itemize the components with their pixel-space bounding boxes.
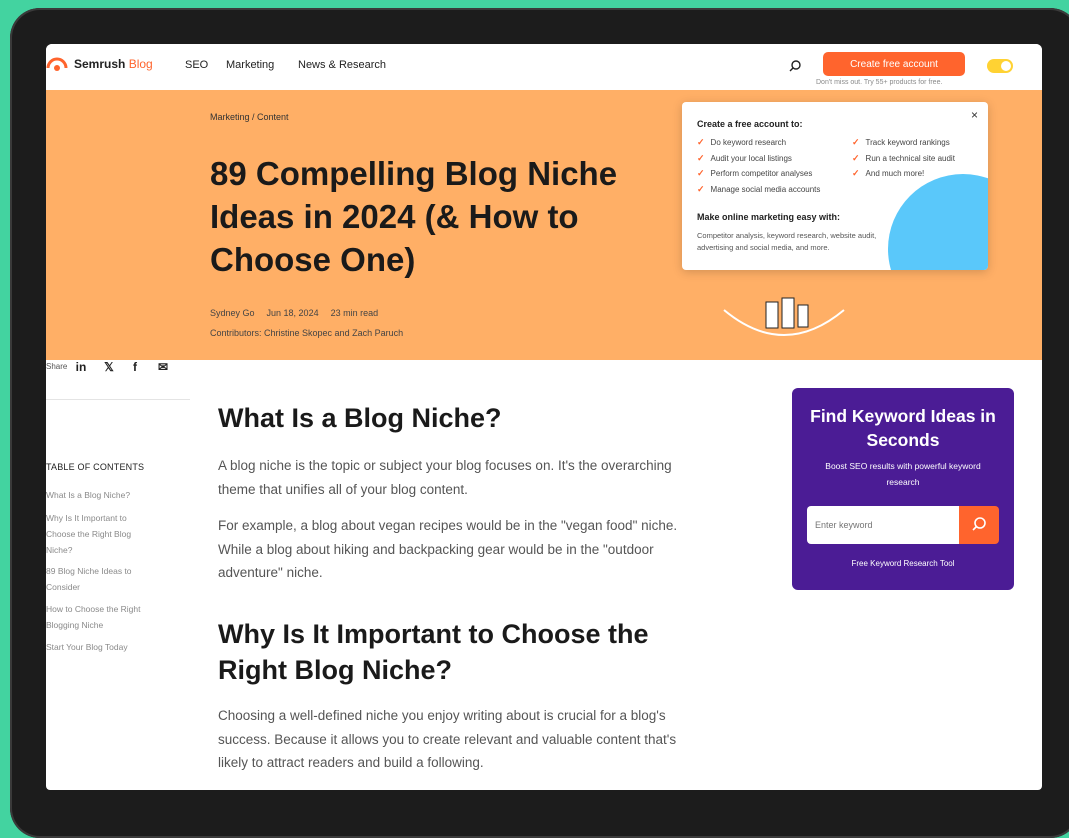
check-icon: ✓ (697, 183, 705, 194)
page-title: 89 Compelling Blog Niche Ideas in 2024 (… (210, 155, 618, 278)
section-heading: Why Is It Important to Choose the Right … (218, 619, 649, 685)
popup-description: Competitor analysis, keyword research, w… (697, 231, 877, 252)
toc-item[interactable]: Start Your Blog Today (46, 639, 166, 655)
popup-benefits-left: ✓ Do keyword research ✓ Audit your local l… (697, 137, 820, 199)
breadcrumb[interactable]: Marketing / Content (210, 112, 289, 122)
paragraph: Choosing a well-defined niche you enjoy … (218, 708, 677, 770)
benefit-item: ✓ Do keyword research (697, 137, 787, 147)
read-time: 23 min read (330, 308, 379, 318)
widget-subtitle: Boost SEO results with powerful keyword … (825, 461, 981, 487)
check-icon: ✓ (697, 168, 705, 178)
nav-link-news-research[interactable]: News & Research (298, 59, 386, 71)
popup-decoration (888, 174, 988, 270)
nav-link-seo[interactable]: SEO (185, 59, 208, 71)
signup-popup: × Create a free account to: ✓ Do keyword … (682, 102, 988, 270)
theme-toggle[interactable] (987, 59, 1013, 73)
author-name[interactable]: Sydney Go (210, 308, 255, 318)
create-account-button[interactable]: Create free account (823, 52, 965, 76)
benefit-item: ✓ Run a technical site audit (852, 152, 955, 163)
keyword-widget: Find Keyword Ideas in Seconds Boost SEO … (792, 388, 1014, 590)
logo-main: Semrush (74, 57, 126, 71)
popup-subheading: Make online marketing easy with: (697, 212, 841, 222)
toc-item[interactable]: 89 Blog Niche Ideas to Consider (46, 563, 154, 595)
check-icon: ✓ (697, 137, 705, 147)
widget-title: Find Keyword Ideas in Seconds (810, 406, 996, 450)
popup-heading: Create a free account to: (697, 119, 803, 129)
cta-note: Don't miss out. Try 55+ products for fre… (816, 79, 943, 86)
toc-heading: TABLE OF CONTENTS (46, 462, 145, 472)
benefit-item: ✓ And much more! (852, 168, 925, 178)
logo-sub: Blog (128, 57, 153, 71)
benefit-item: ✓ Perform competitor analyses (697, 168, 813, 178)
facebook-icon[interactable]: f (126, 360, 144, 376)
benefit-item: ✓ Manage social media accounts (697, 183, 821, 194)
keyword-search-button[interactable] (959, 506, 999, 544)
semrush-logo[interactable]: Semrush Blog (46, 57, 153, 71)
divider (46, 399, 190, 400)
contributors: Contributors: Christine Skopec and Zach … (210, 328, 404, 338)
close-icon[interactable]: × (971, 108, 978, 122)
section-heading: What Is a Blog Niche? (218, 403, 502, 433)
article-meta: Sydney Go Jun 18, 2024 23 min read (210, 308, 378, 318)
publish-date: Jun 18, 2024 (266, 308, 319, 318)
paragraph: A blog niche is the topic or subject you… (218, 458, 672, 497)
check-icon: ✓ (852, 168, 860, 178)
check-icon: ✓ (852, 137, 860, 147)
x-twitter-icon[interactable]: 𝕏 (100, 360, 118, 376)
email-icon[interactable]: ✉ (154, 360, 172, 376)
linkedin-icon[interactable]: in (72, 360, 90, 376)
check-icon: ✓ (852, 152, 860, 163)
top-nav: Semrush Blog SEO Marketing News & Resear… (46, 44, 1042, 90)
semrush-logo-icon (46, 57, 68, 71)
check-icon: ✓ (697, 152, 705, 163)
keyword-tool-link[interactable]: Free Keyword Research Tool (792, 559, 1014, 568)
toc-item[interactable]: How to Choose the Right Blogging Niche (46, 601, 166, 633)
paragraph: For example, a blog about vegan recipes … (218, 518, 678, 580)
nav-link-marketing[interactable]: Marketing (226, 59, 274, 71)
toc-item[interactable]: What Is a Blog Niche? (46, 487, 166, 503)
popup-benefits-right: ✓ Track keyword rankings ✓ Run a technical… (852, 137, 955, 184)
toc-item[interactable]: Why Is It Important to Choose the Right … (46, 510, 154, 558)
browser-screen: Semrush Blog SEO Marketing News & Resear… (46, 44, 1042, 790)
benefit-item: ✓ Track keyword rankings (852, 137, 950, 147)
benefit-item: ✓ Audit your local listings (697, 152, 792, 163)
search-icon[interactable] (787, 58, 803, 74)
search-icon (972, 517, 986, 531)
logo-text: Semrush Blog (74, 57, 153, 71)
keyword-input[interactable] (807, 506, 959, 544)
share-label: Share (46, 362, 68, 371)
